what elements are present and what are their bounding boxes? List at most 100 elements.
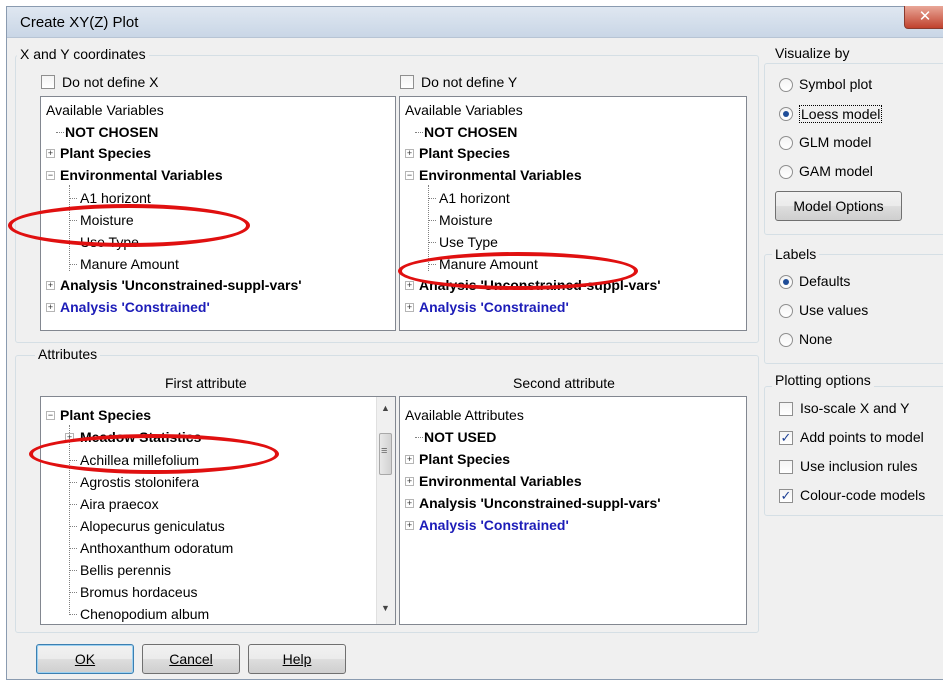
tree-item-analysis-unconstrained[interactable]: Analysis 'Unconstrained-suppl-vars' (60, 276, 302, 294)
tree-item-manure-amount[interactable]: Manure Amount (80, 255, 179, 273)
tree-item-plant-species[interactable]: Plant Species (419, 144, 510, 162)
tree-item-bromus-hordaceus[interactable]: Bromus hordaceus (80, 583, 198, 601)
title-bar: Create XY(Z) Plot ✕ (7, 6, 943, 38)
attributes-label: Attributes (35, 346, 101, 362)
gam-model-radio[interactable] (779, 165, 793, 179)
tree-item-aira-praecox[interactable]: Aira praecox (80, 495, 159, 513)
tree-item-environmental-variables[interactable]: Environmental Variables (60, 166, 223, 184)
loess-model-radio[interactable] (779, 107, 793, 121)
tree-item-plant-species[interactable]: Plant Species (60, 406, 151, 424)
first-attribute-header: First attribute (165, 375, 247, 391)
symbol-plot-label: Symbol plot (799, 76, 873, 92)
symbol-plot-radio[interactable] (779, 78, 793, 92)
expand-plus-icon[interactable]: + (405, 499, 414, 508)
colour-code-models-label: Colour-code models (800, 487, 926, 503)
tree-item-available-variables: Available Variables (46, 102, 164, 118)
close-button[interactable]: ✕ (904, 6, 943, 29)
glm-model-label: GLM model (799, 134, 872, 150)
expand-plus-icon[interactable]: + (405, 281, 414, 290)
expand-plus-icon[interactable]: + (46, 281, 55, 290)
expand-plus-icon[interactable]: + (46, 303, 55, 312)
tree-item-environmental-variables[interactable]: Environmental Variables (419, 166, 582, 184)
first-attribute-tree[interactable]: − Plant Species + Meadow Statistics Achi… (40, 396, 396, 625)
labels-label: Labels (772, 246, 820, 262)
ok-button[interactable]: OK (36, 644, 134, 674)
window-title: Create XY(Z) Plot (20, 14, 139, 31)
tree-item-environmental-variables[interactable]: Environmental Variables (419, 472, 582, 490)
none-radio[interactable] (779, 333, 793, 347)
expand-plus-icon[interactable]: + (405, 477, 414, 486)
use-values-radio[interactable] (779, 304, 793, 318)
tree-item-use-type[interactable]: Use Type (80, 233, 139, 251)
expand-plus-icon[interactable]: + (65, 433, 74, 442)
tree-item-bellis-perennis[interactable]: Bellis perennis (80, 561, 171, 579)
tree-item-moisture[interactable]: Moisture (80, 211, 134, 229)
tree-item-not-chosen[interactable]: NOT CHOSEN (424, 123, 517, 141)
tree-item-not-chosen[interactable]: NOT CHOSEN (65, 123, 158, 141)
tree-item-analysis-constrained[interactable]: Analysis 'Constrained' (419, 516, 569, 534)
do-not-define-y-checkbox[interactable] (400, 75, 414, 89)
tree-item-chenopodium-album[interactable]: Chenopodium album (80, 605, 209, 623)
help-button[interactable]: Help (248, 644, 346, 674)
tree-item-use-type[interactable]: Use Type (439, 233, 498, 251)
tree-item-manure-amount[interactable]: Manure Amount (439, 255, 538, 273)
gam-model-label: GAM model (799, 163, 873, 179)
loess-model-label: Loess model (799, 105, 883, 123)
visualize-by-label: Visualize by (772, 45, 853, 61)
do-not-define-y-label: Do not define Y (421, 74, 518, 90)
x-variables-tree[interactable]: Available Variables NOT CHOSEN + Plant S… (40, 96, 396, 331)
tree-item-a1-horizont[interactable]: A1 horizont (80, 189, 151, 207)
grip-icon: ≡ (381, 445, 388, 457)
scroll-down-icon[interactable]: ▼ (381, 603, 390, 613)
tree-item-plant-species[interactable]: Plant Species (419, 450, 510, 468)
tree-item-meadow-statistics[interactable]: Meadow Statistics (80, 428, 201, 446)
use-values-label: Use values (799, 302, 869, 318)
use-inclusion-rules-checkbox[interactable] (779, 460, 793, 474)
tree-item-a1-horizont[interactable]: A1 horizont (439, 189, 510, 207)
collapse-minus-icon[interactable]: − (405, 171, 414, 180)
glm-model-radio[interactable] (779, 136, 793, 150)
create-xyz-plot-dialog: Create XY(Z) Plot ✕ X and Y coordinates … (6, 6, 943, 680)
plotting-options-label: Plotting options (772, 372, 874, 388)
tree-item-analysis-unconstrained[interactable]: Analysis 'Unconstrained-suppl-vars' (419, 494, 661, 512)
second-attribute-header: Second attribute (513, 375, 615, 391)
colour-code-models-checkbox[interactable]: ✓ (779, 489, 793, 503)
tree-item-agrostis-stolonifera[interactable]: Agrostis stolonifera (80, 473, 199, 491)
expand-plus-icon[interactable]: + (405, 303, 414, 312)
tree-item-alopecurus-geniculatus[interactable]: Alopecurus geniculatus (80, 517, 225, 535)
tree-item-moisture[interactable]: Moisture (439, 211, 493, 229)
tree-item-analysis-constrained[interactable]: Analysis 'Constrained' (60, 298, 210, 316)
xy-coordinates-label: X and Y coordinates (17, 46, 149, 62)
scroll-up-icon[interactable]: ▲ (381, 403, 390, 413)
defaults-label: Defaults (799, 273, 851, 289)
collapse-minus-icon[interactable]: − (46, 411, 55, 420)
do-not-define-x-checkbox[interactable] (41, 75, 55, 89)
none-label: None (799, 331, 833, 347)
collapse-minus-icon[interactable]: − (46, 171, 55, 180)
iso-scale-label: Iso-scale X and Y (800, 400, 910, 416)
expand-plus-icon[interactable]: + (46, 149, 55, 158)
scroll-thumb[interactable]: ≡ (379, 433, 392, 475)
cancel-button[interactable]: Cancel (142, 644, 240, 674)
tree-item-available-variables: Available Variables (405, 102, 523, 118)
vertical-scrollbar[interactable]: ▲ ≡ ▼ (376, 397, 395, 624)
defaults-radio[interactable] (779, 275, 793, 289)
second-attribute-tree[interactable]: Available Attributes NOT USED + Plant Sp… (399, 396, 747, 625)
add-points-label: Add points to model (800, 429, 924, 445)
tree-item-analysis-unconstrained[interactable]: Analysis 'Unconstrained-suppl-vars' (419, 276, 661, 294)
tree-item-plant-species[interactable]: Plant Species (60, 144, 151, 162)
tree-item-anthoxanthum-odoratum[interactable]: Anthoxanthum odoratum (80, 539, 233, 557)
tree-item-available-attributes: Available Attributes (405, 407, 524, 423)
y-variables-tree[interactable]: Available Variables NOT CHOSEN + Plant S… (399, 96, 747, 331)
expand-plus-icon[interactable]: + (405, 455, 414, 464)
tree-item-achillea-millefolium[interactable]: Achillea millefolium (80, 451, 199, 469)
tree-item-analysis-constrained[interactable]: Analysis 'Constrained' (419, 298, 569, 316)
iso-scale-checkbox[interactable] (779, 402, 793, 416)
add-points-checkbox[interactable]: ✓ (779, 431, 793, 445)
use-inclusion-rules-label: Use inclusion rules (800, 458, 918, 474)
tree-item-not-used[interactable]: NOT USED (424, 428, 496, 446)
model-options-button[interactable]: Model Options (775, 191, 902, 221)
expand-plus-icon[interactable]: + (405, 149, 414, 158)
do-not-define-x-label: Do not define X (62, 74, 159, 90)
expand-plus-icon[interactable]: + (405, 521, 414, 530)
